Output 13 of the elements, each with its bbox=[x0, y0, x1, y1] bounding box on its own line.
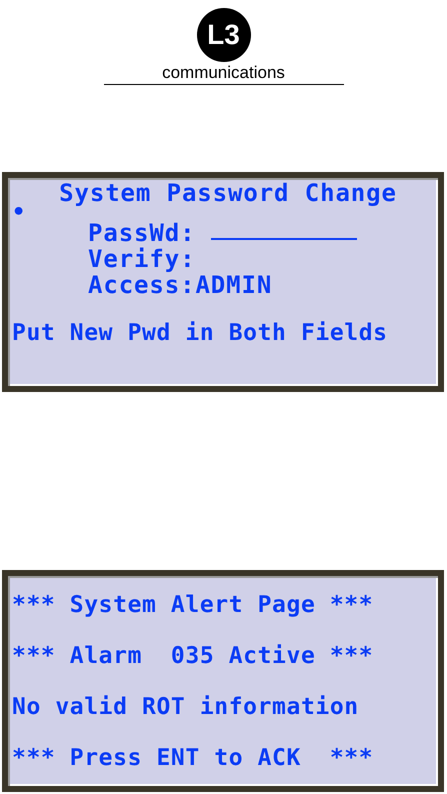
field-label: Access: bbox=[88, 272, 196, 298]
logo: L3 bbox=[196, 8, 250, 62]
alert-line: *** System Alert Page *** bbox=[12, 591, 374, 620]
cursor-marker: • bbox=[12, 206, 26, 220]
instruction-text: Put New Pwd in Both Fields bbox=[12, 320, 388, 346]
field-value: ADMIN bbox=[195, 272, 272, 298]
field-label: Verify: bbox=[88, 246, 196, 272]
field-label: PassWd: bbox=[88, 220, 196, 246]
logo-wordmark: communications bbox=[162, 63, 285, 83]
alert-line: *** Press ENT to ACK *** bbox=[12, 744, 374, 773]
alert-line: No valid ROT information bbox=[12, 693, 359, 722]
screen-title: System Password Change bbox=[59, 180, 397, 206]
alert-line: *** Alarm 035 Active *** bbox=[12, 642, 374, 671]
